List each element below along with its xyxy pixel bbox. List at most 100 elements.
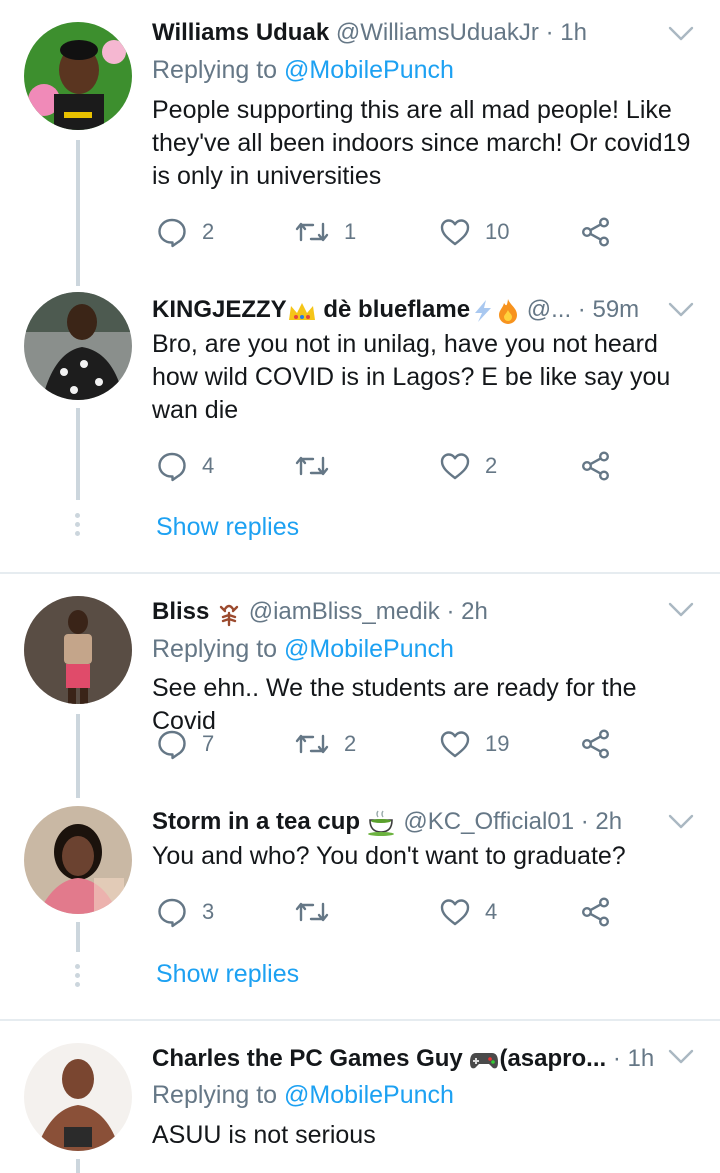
handle[interactable]: @...: [527, 296, 571, 323]
replying-to: Replying to @MobilePunch: [152, 1077, 454, 1113]
replying-to-label: Replying to: [152, 635, 278, 663]
tweet-text: You and who? You don't want to graduate?: [152, 842, 626, 870]
retweet-count: 2: [344, 731, 357, 756]
tweet-text: People supporting this are all mad peopl…: [152, 96, 691, 190]
mention-link[interactable]: @MobilePunch: [284, 635, 454, 663]
display-name-suffix[interactable]: (asapro...: [499, 1045, 606, 1072]
tweet-header: Bliss @iamBliss_medik · 2h: [152, 594, 700, 630]
display-name[interactable]: Bliss: [152, 598, 209, 625]
thread-line: [76, 140, 80, 286]
timestamp[interactable]: 1h: [560, 19, 587, 46]
handle[interactable]: @KC_Official01: [403, 808, 574, 835]
retweet-icon: [294, 450, 330, 482]
retweet-icon: [294, 896, 330, 928]
like-button[interactable]: 4: [439, 894, 497, 930]
like-count: 4: [485, 899, 498, 924]
avatar[interactable]: [24, 1043, 132, 1151]
show-replies-link[interactable]: Show replies: [156, 956, 299, 992]
tweet-text: Bro, are you not in unilag, have you not…: [152, 330, 671, 424]
thread-line: [76, 408, 80, 500]
like-count: 10: [485, 219, 510, 244]
display-name[interactable]: Charles the PC Games Guy: [152, 1045, 463, 1072]
thread-line: [76, 1159, 80, 1173]
like-icon: [439, 450, 471, 482]
avatar[interactable]: [24, 292, 132, 400]
display-name[interactable]: KINGJEZZY: [152, 296, 287, 323]
time-separator: ·: [446, 598, 455, 625]
tweet-bliss[interactable]: Bliss @iamBliss_medik · 2h Replying to @…: [0, 574, 720, 798]
time-separator: ·: [580, 808, 589, 835]
display-name[interactable]: Williams Uduak: [152, 19, 329, 46]
reply-button[interactable]: 2: [156, 214, 214, 250]
timestamp[interactable]: 2h: [461, 598, 488, 625]
tweet-charles[interactable]: Charles the PC Games Guy (asapro... · 1h…: [0, 1021, 720, 1173]
chevron-down-icon[interactable]: [668, 24, 694, 44]
mention-link[interactable]: @MobilePunch: [284, 1081, 454, 1109]
share-button[interactable]: [580, 448, 612, 484]
reply-button[interactable]: 3: [156, 894, 214, 930]
like-button[interactable]: 2: [439, 448, 497, 484]
fire-icon: [499, 298, 518, 324]
time-separator: ·: [545, 19, 554, 46]
tweet-header: Storm in a tea cup @KC_Official01 · 2h: [152, 804, 700, 840]
share-icon: [580, 450, 612, 482]
timestamp[interactable]: 1h: [628, 1045, 655, 1072]
reply-button[interactable]: 4: [156, 448, 214, 484]
retweet-count: 1: [344, 219, 357, 244]
reply-count: 7: [202, 731, 215, 756]
retweet-button[interactable]: [294, 448, 344, 484]
tweet-actions: 4 2: [156, 448, 616, 484]
tweet-header: Williams Uduak @WilliamsUduakJr · 1h: [152, 15, 700, 51]
retweet-icon: [294, 728, 330, 760]
share-button[interactable]: [580, 894, 612, 930]
chevron-down-icon[interactable]: [668, 300, 694, 320]
retweet-button[interactable]: [294, 894, 344, 930]
chevron-down-icon[interactable]: [668, 812, 694, 832]
replying-to: Replying to @MobilePunch: [152, 52, 454, 88]
chevron-down-icon[interactable]: [668, 1047, 694, 1067]
like-count: 19: [485, 731, 510, 756]
tweet-actions: 3 4: [156, 894, 616, 930]
show-replies-link[interactable]: Show replies: [156, 509, 299, 545]
handle[interactable]: @iamBliss_medik: [249, 598, 440, 625]
like-icon: [439, 896, 471, 928]
like-button[interactable]: 19: [439, 726, 509, 762]
thread-line: [76, 922, 80, 952]
tweet-williams-uduak[interactable]: Williams Uduak @WilliamsUduakJr · 1h Rep…: [0, 0, 720, 288]
chevron-down-icon[interactable]: [668, 600, 694, 620]
like-button[interactable]: 10: [439, 214, 509, 250]
tweet-header: KINGJEZZY dè blueflame @... · 59m: [152, 292, 700, 328]
handle[interactable]: @WilliamsUduakJr: [336, 19, 539, 46]
tweet-storm-in-a-tea-cup[interactable]: Storm in a tea cup @KC_Official01 · 2h Y…: [0, 798, 720, 1018]
display-name[interactable]: Storm in a tea cup: [152, 808, 360, 835]
mention-link[interactable]: @MobilePunch: [284, 56, 454, 84]
share-button[interactable]: [580, 214, 612, 250]
timestamp[interactable]: 59m: [592, 296, 639, 323]
replying-to-label: Replying to: [152, 56, 278, 84]
avatar[interactable]: [24, 806, 132, 914]
display-name-suffix[interactable]: dè blueflame: [323, 296, 470, 323]
like-icon: [439, 728, 471, 760]
time-separator: ·: [577, 296, 586, 323]
reply-button[interactable]: 7: [156, 726, 214, 762]
share-icon: [580, 216, 612, 248]
crown-icon: [288, 302, 315, 320]
lightning-icon: [475, 299, 492, 322]
tweet-kingjezzy[interactable]: KINGJEZZY dè blueflame @... · 59m Bro, a…: [0, 288, 720, 572]
avatar[interactable]: [24, 596, 132, 704]
scorpion-icon: [219, 604, 239, 626]
time-separator: ·: [612, 1045, 621, 1072]
timestamp[interactable]: 2h: [595, 808, 622, 835]
retweet-icon: [294, 216, 330, 248]
retweet-button[interactable]: 2: [294, 726, 356, 762]
replying-to: Replying to @MobilePunch: [152, 631, 454, 667]
game-controller-icon: [470, 1052, 499, 1069]
tweet-header: Charles the PC Games Guy (asapro... · 1h: [152, 1041, 700, 1077]
tweet-actions: 7 2 19: [156, 726, 616, 762]
avatar[interactable]: [24, 22, 132, 130]
share-icon: [580, 896, 612, 928]
share-icon: [580, 728, 612, 760]
retweet-button[interactable]: 1: [294, 214, 356, 250]
share-button[interactable]: [580, 726, 612, 762]
reply-count: 2: [202, 219, 215, 244]
